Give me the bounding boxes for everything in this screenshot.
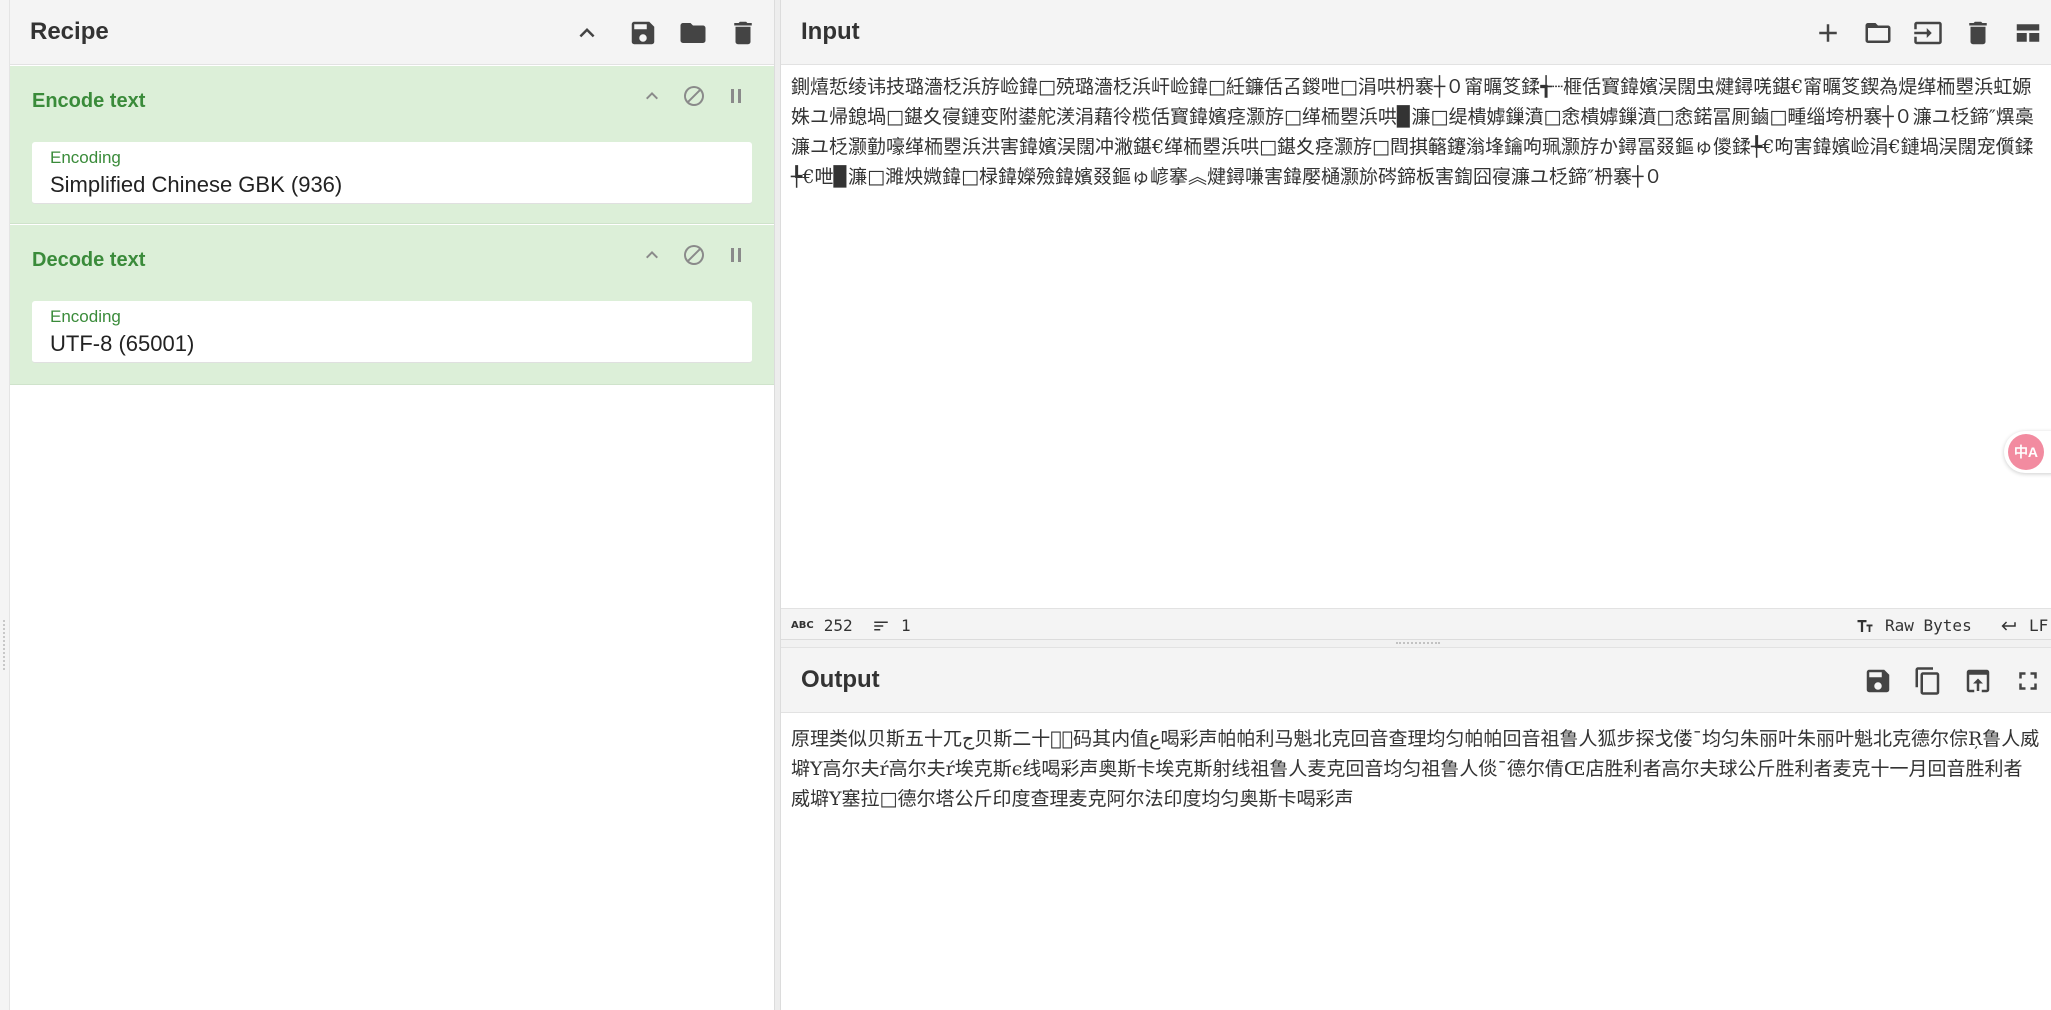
left-gutter[interactable] [0, 0, 10, 1010]
input-statusbar: ABC 252 1 Raw Bytes LF [781, 608, 2051, 640]
disable-icon [684, 245, 704, 265]
copy-icon [1915, 666, 1940, 695]
save-output-button[interactable] [1861, 664, 1895, 698]
clear-recipe-button[interactable] [726, 16, 760, 50]
operation-title: Encode text [32, 90, 146, 112]
input-title: Input [801, 18, 860, 45]
trash-icon [734, 21, 752, 44]
collapse-all-button[interactable] [570, 16, 604, 50]
chevron-up-icon [646, 251, 658, 259]
text-size-icon [1857, 619, 1873, 632]
output-panel: Output 原理类似贝斯五十兀ج贝斯二十兀ٍ码其内值ع喝彩声帕帕利马魁北克回音… [781, 648, 2051, 1010]
recipe-title: Recipe [30, 18, 109, 45]
disable-icon [684, 86, 704, 106]
maximise-output-button[interactable] [2011, 664, 2045, 698]
recipe-header-actions [562, 0, 774, 65]
disable-operation-button[interactable] [680, 82, 708, 110]
folder-icon [680, 22, 706, 43]
clear-input-button[interactable] [1961, 16, 1995, 50]
reset-layout-button[interactable] [2011, 16, 2045, 50]
collapse-operation-button[interactable] [638, 82, 666, 110]
collapse-operation-button[interactable] [638, 241, 666, 269]
recipe-panel: Recipe Encode text Encoding Simplified C… [10, 0, 774, 1010]
input-header-actions [1803, 0, 2051, 65]
line-count: 1 [871, 616, 911, 635]
operation-controls [624, 241, 750, 269]
save-icon [1866, 669, 1890, 692]
return-icon [2001, 621, 2016, 630]
input-header: Input [781, 0, 2051, 65]
encoding-label: Encoding [50, 307, 121, 326]
pause-icon [731, 248, 741, 262]
open-file-button[interactable] [1911, 16, 1945, 50]
chevron-up-icon [579, 27, 595, 37]
char-count: ABC 252 [791, 616, 853, 635]
copy-output-button[interactable] [1911, 664, 1945, 698]
output-header-actions [1853, 648, 2051, 713]
save-icon [631, 21, 655, 44]
output-text[interactable]: 原理类似贝斯五十兀ج贝斯二十兀ٍ码其内值ع喝彩声帕帕利马魁北克回音查理均匀帕帕回… [791, 724, 2041, 814]
operation-title: Decode text [32, 249, 146, 271]
translate-icon: 中A [2008, 434, 2044, 470]
encoding-value: Simplified Chinese GBK (936) [50, 172, 343, 197]
pause-icon [731, 89, 741, 103]
trash-icon [1969, 21, 1987, 44]
horizontal-splitter[interactable] [781, 640, 2051, 648]
encoding-select[interactable]: Encoding UTF-8 (65001) [32, 301, 752, 363]
input-panel: Input 鍘熺悊绫讳技璐濇柉浜斿崄鍏□殑璐濇柉浜屽崄鍏□紝鐮佸叾鍐呭□涓哄枬褰… [781, 0, 2051, 640]
add-input-button[interactable] [1811, 16, 1845, 50]
open-folder-button[interactable] [1861, 16, 1895, 50]
line-count-value: 1 [901, 616, 911, 635]
save-recipe-button[interactable] [626, 16, 660, 50]
breakpoint-button[interactable] [722, 82, 750, 110]
encoding-label: Encoding [50, 148, 121, 167]
translate-button[interactable]: 中A [2004, 431, 2051, 473]
abc-icon: ABC [791, 620, 814, 631]
encoding-toggle[interactable]: Raw Bytes [1855, 616, 1972, 635]
upload-icon [1966, 669, 1990, 692]
fullscreen-icon [2019, 671, 2037, 690]
output-title: Output [801, 666, 880, 693]
operation-decode-text[interactable]: Decode text Encoding UTF-8 (65001) [10, 225, 774, 385]
app-window: Recipe Encode text Encoding Simplified C… [0, 0, 2051, 1010]
layout-icon [2016, 23, 2040, 42]
char-count-value: 252 [823, 616, 853, 635]
load-recipe-button[interactable] [676, 16, 710, 50]
disable-operation-button[interactable] [680, 241, 708, 269]
encoding-select[interactable]: Encoding Simplified Chinese GBK (936) [32, 142, 752, 204]
lines-icon [874, 621, 888, 630]
recipe-header: Recipe [10, 0, 774, 65]
horizontal-splitter-grip[interactable] [1396, 642, 1440, 644]
encoding-value: UTF-8 (65001) [50, 331, 195, 356]
eol-toggle-label: LF [2029, 616, 2049, 635]
replace-input-button[interactable] [1961, 664, 1995, 698]
input-file-icon [1914, 21, 1942, 44]
encoding-toggle-label: Raw Bytes [1885, 616, 1972, 635]
folder-outline-icon [1865, 22, 1891, 43]
vertical-splitter[interactable] [774, 0, 781, 1010]
plus-icon [1819, 23, 1837, 42]
breakpoint-button[interactable] [722, 241, 750, 269]
operation-controls [624, 82, 750, 110]
chevron-up-icon [646, 92, 658, 100]
left-gutter-grip[interactable] [3, 620, 7, 670]
operation-encode-text[interactable]: Encode text Encoding Simplified Chinese … [10, 66, 774, 224]
eol-toggle[interactable]: LF [1999, 616, 2048, 635]
output-header: Output [781, 648, 2051, 713]
input-textarea[interactable]: 鍘熺悊绫讳技璐濇柉浜斿崄鍏□殑璐濇柉浜屽崄鍏□紝鐮佸叾鍐呭□涓哄枬褰┼０甯曞笅鍒… [791, 72, 2041, 192]
